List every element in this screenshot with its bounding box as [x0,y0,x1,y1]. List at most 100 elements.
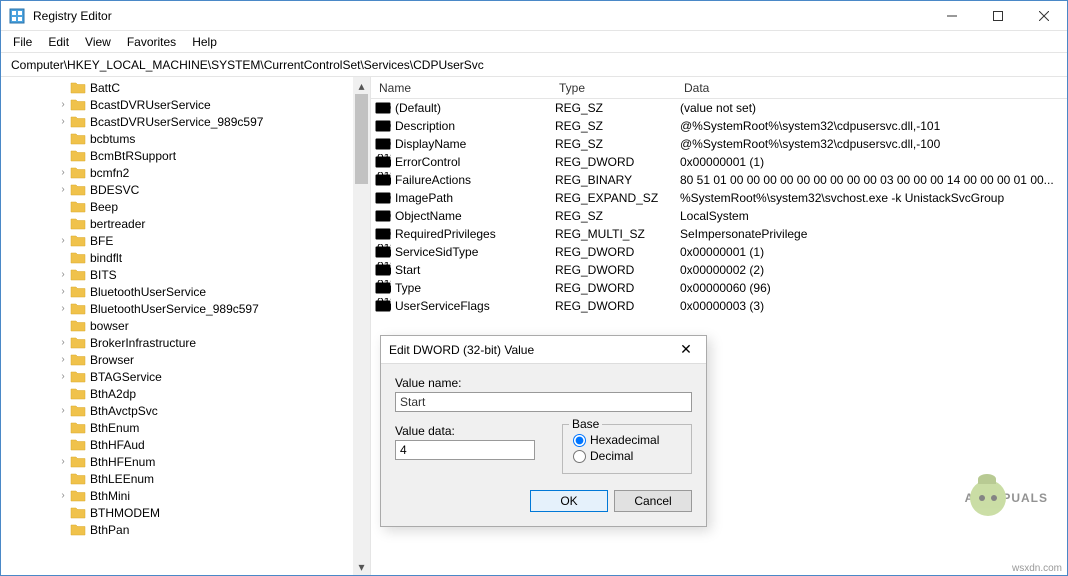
tree-item[interactable]: › BcastDVRUserService [56,96,353,113]
value-icon [375,226,391,242]
ok-button[interactable]: OK [530,490,608,512]
value-row[interactable]: DescriptionREG_SZ@%SystemRoot%\system32\… [371,117,1067,135]
value-row[interactable]: ServiceSidTypeREG_DWORD0x00000001 (1) [371,243,1067,261]
value-row[interactable]: StartREG_DWORD0x00000002 (2) [371,261,1067,279]
folder-icon [70,166,86,179]
expand-icon[interactable]: › [56,167,70,178]
expand-icon[interactable]: › [56,99,70,110]
value-data-input[interactable] [395,440,535,460]
value-row[interactable]: UserServiceFlagsREG_DWORD0x00000003 (3) [371,297,1067,315]
tree-item[interactable]: bowser [56,317,353,334]
scroll-thumb[interactable] [355,94,368,184]
value-row[interactable]: TypeREG_DWORD0x00000060 (96) [371,279,1067,297]
list-body[interactable]: (Default)REG_SZ(value not set)Descriptio… [371,99,1067,315]
expand-icon[interactable]: › [56,184,70,195]
value-row[interactable]: DisplayNameREG_SZ@%SystemRoot%\system32\… [371,135,1067,153]
tree-scrollbar[interactable]: ▴ ▾ [353,77,370,575]
radio-hex-input[interactable] [573,434,586,447]
value-row[interactable]: ObjectNameREG_SZLocalSystem [371,207,1067,225]
tree-item[interactable]: ›BluetoothUserService [56,283,353,300]
radio-dec-input[interactable] [573,450,586,463]
dialog-close-button[interactable]: ✕ [666,341,706,358]
folder-icon [70,132,86,145]
tree-item[interactable]: ›BTAGService [56,368,353,385]
expand-icon[interactable]: › [56,303,70,314]
tree-item[interactable]: ›BrokerInfrastructure [56,334,353,351]
tree-pane[interactable]: BattC › BcastDVRUserService›BcastDVRUserSe… [1,77,371,575]
tree-item[interactable]: BcmBtRSupport [56,147,353,164]
value-name: ServiceSidType [395,245,555,259]
tree-item[interactable]: ›bcmfn2 [56,164,353,181]
expand-icon[interactable]: › [56,116,70,127]
tree-item[interactable]: bertreader [56,215,353,232]
value-row[interactable]: FailureActionsREG_BINARY80 51 01 00 00 0… [371,171,1067,189]
tree-item[interactable]: ›Browser [56,351,353,368]
value-type: REG_SZ [555,119,680,133]
cancel-button[interactable]: Cancel [614,490,692,512]
tree-item[interactable]: ›BDESVC [56,181,353,198]
value-data: @%SystemRoot%\system32\cdpusersvc.dll,-1… [680,137,1067,151]
column-name[interactable]: Name [371,79,551,97]
column-type[interactable]: Type [551,79,676,97]
close-button[interactable] [1021,1,1067,30]
value-icon [375,100,391,116]
expand-icon[interactable]: › [56,371,70,382]
value-row[interactable]: RequiredPrivilegesREG_MULTI_SZSeImperson… [371,225,1067,243]
value-data: %SystemRoot%\system32\svchost.exe -k Uni… [680,191,1067,205]
tree-item[interactable]: ›BthMini [56,487,353,504]
app-icon [9,8,25,24]
value-name: Description [395,119,555,133]
tree-item[interactable]: ›BITS [56,266,353,283]
address-input[interactable] [7,56,1061,74]
value-name-label: Value name: [395,376,692,390]
tree-item[interactable]: BthA2dp [56,385,353,402]
radio-decimal[interactable]: Decimal [573,449,681,463]
scroll-up-icon[interactable]: ▴ [353,77,370,94]
expand-icon[interactable]: › [56,286,70,297]
tree-item[interactable]: bcbtums [56,130,353,147]
tree-item[interactable]: BthHFAud [56,436,353,453]
tree-item[interactable]: BTHMODEM [56,504,353,521]
column-data[interactable]: Data [676,79,1067,97]
menu-file[interactable]: File [5,33,40,51]
tree-item[interactable]: BthLEEnum [56,470,353,487]
tree-item[interactable]: bindflt [56,249,353,266]
tree-item[interactable]: ›BcastDVRUserService_989c597 [56,113,353,130]
tree-item[interactable]: Beep [56,198,353,215]
tree-label: BcastDVRUserService [90,98,211,112]
tree-item[interactable]: BthPan [56,521,353,538]
expand-icon[interactable]: › [56,405,70,416]
minimize-button[interactable] [929,1,975,30]
value-row[interactable]: (Default)REG_SZ(value not set) [371,99,1067,117]
tree-item[interactable]: ›BthAvctpSvc [56,402,353,419]
menu-favorites[interactable]: Favorites [119,33,184,51]
window-buttons [929,1,1067,30]
tree-item[interactable]: BattC [56,79,353,96]
tree-label: BthPan [90,523,129,537]
radio-hexadecimal[interactable]: Hexadecimal [573,433,681,447]
scroll-down-icon[interactable]: ▾ [353,558,370,575]
folder-icon [70,302,86,315]
expand-icon[interactable]: › [56,456,70,467]
tree-item[interactable]: ›BthHFEnum [56,453,353,470]
maximize-button[interactable] [975,1,1021,30]
menu-edit[interactable]: Edit [40,33,77,51]
tree-item[interactable]: BthEnum [56,419,353,436]
expand-icon[interactable]: › [56,490,70,501]
expand-icon[interactable]: › [56,354,70,365]
value-row[interactable]: ErrorControlREG_DWORD0x00000001 (1) [371,153,1067,171]
folder-icon [70,285,86,298]
value-data: 0x00000002 (2) [680,263,1067,277]
tree-item[interactable]: ›BFE [56,232,353,249]
expand-icon[interactable]: › [56,235,70,246]
value-row[interactable]: ImagePathREG_EXPAND_SZ%SystemRoot%\syste… [371,189,1067,207]
tree-item[interactable]: ›BluetoothUserService_989c597 [56,300,353,317]
menu-help[interactable]: Help [184,33,225,51]
expand-icon[interactable]: › [56,269,70,280]
expand-icon[interactable]: › [56,337,70,348]
menu-view[interactable]: View [77,33,119,51]
folder-icon [70,251,86,264]
folder-icon [70,183,86,196]
value-name-input[interactable] [395,392,692,412]
value-name: ObjectName [395,209,555,223]
